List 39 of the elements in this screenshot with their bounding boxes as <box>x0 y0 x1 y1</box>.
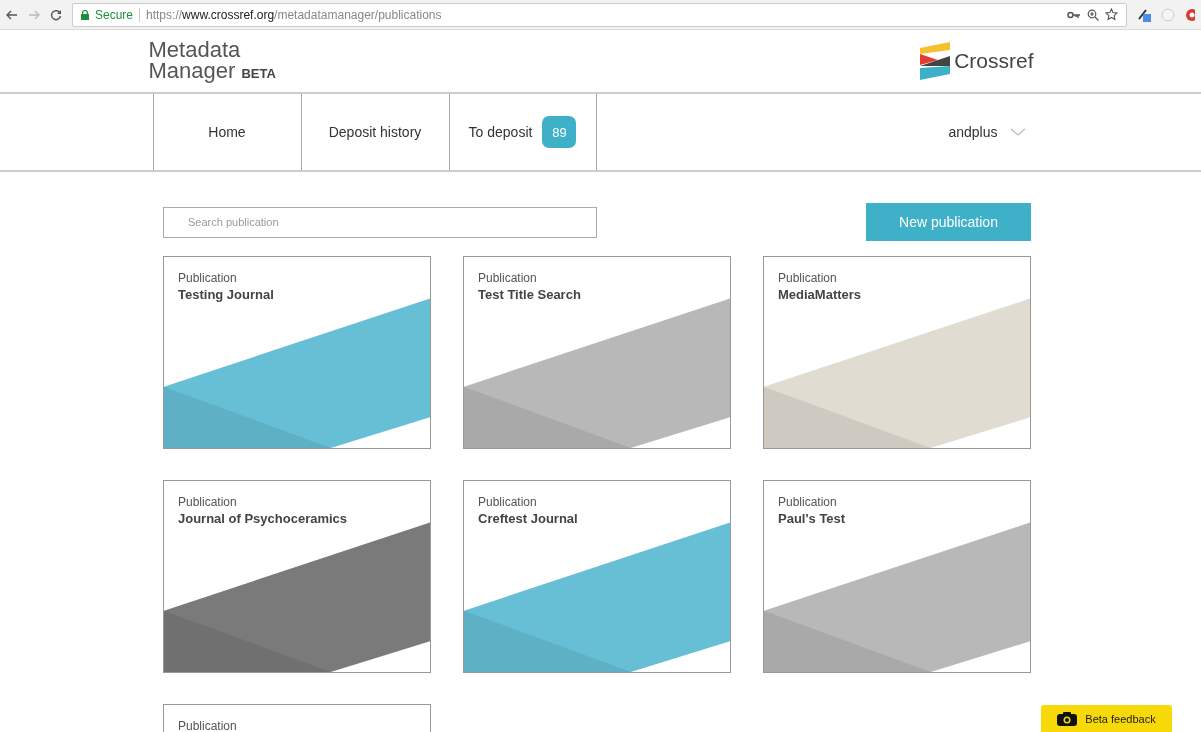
publication-card[interactable]: Publication Paul's Test <box>763 480 1031 673</box>
card-title: Paul's Test <box>778 511 846 526</box>
card-label: Publication <box>478 495 537 509</box>
address-bar[interactable]: Secure https://www.crossref.org/metadatamanager/publications <box>72 2 1127 27</box>
card-label: Publication <box>478 271 537 285</box>
extension-icon[interactable] <box>1137 7 1151 22</box>
reload-icon[interactable] <box>50 8 62 21</box>
card-title: Testing Journal <box>178 287 274 302</box>
zoom-icon[interactable] <box>1087 8 1099 21</box>
card-title: Test Title Search <box>478 287 581 302</box>
publication-card[interactable]: Publication Test Title Search <box>463 256 731 449</box>
card-title: MediaMatters <box>778 287 862 302</box>
card-title: Journal of Psychoceramics <box>178 511 348 526</box>
star-icon[interactable] <box>1105 8 1118 21</box>
logo-icon <box>920 42 951 80</box>
card-label: Publication <box>778 271 837 285</box>
publication-card[interactable]: Publication <box>163 704 431 732</box>
publication-card[interactable]: Publication Testing Journal <box>163 256 431 449</box>
publication-card[interactable]: Publication Journal of Psychoceramics <box>163 480 431 673</box>
nav-tab[interactable]: To deposit 89 <box>448 94 597 170</box>
key-icon[interactable] <box>1067 10 1081 19</box>
card-label: Publication <box>178 271 237 285</box>
app-title: Metadata Manager BETA <box>148 38 276 84</box>
back-icon[interactable] <box>6 9 18 20</box>
chevron-down-icon <box>1009 128 1026 136</box>
publication-card[interactable]: Publication MediaMatters <box>763 256 1031 449</box>
card-title: Creftest Journal <box>478 511 578 526</box>
brand-name: Crossref <box>954 49 1034 73</box>
card-label: Publication <box>178 719 237 732</box>
secure-label: Secure <box>95 7 134 22</box>
publication-card[interactable]: Publication Creftest Journal <box>463 480 731 673</box>
camera-icon <box>1057 711 1078 726</box>
search-field[interactable]: Search publication <box>163 206 597 238</box>
card-label: Publication <box>778 495 837 509</box>
card-label: Publication <box>178 495 237 509</box>
lock-icon <box>81 9 89 20</box>
beta-feedback-button[interactable]: Beta feedback <box>1041 705 1172 732</box>
count-badge: 89 <box>542 116 577 148</box>
url-text: https://www.crossref.org/metadatamanager/publications <box>146 7 442 22</box>
